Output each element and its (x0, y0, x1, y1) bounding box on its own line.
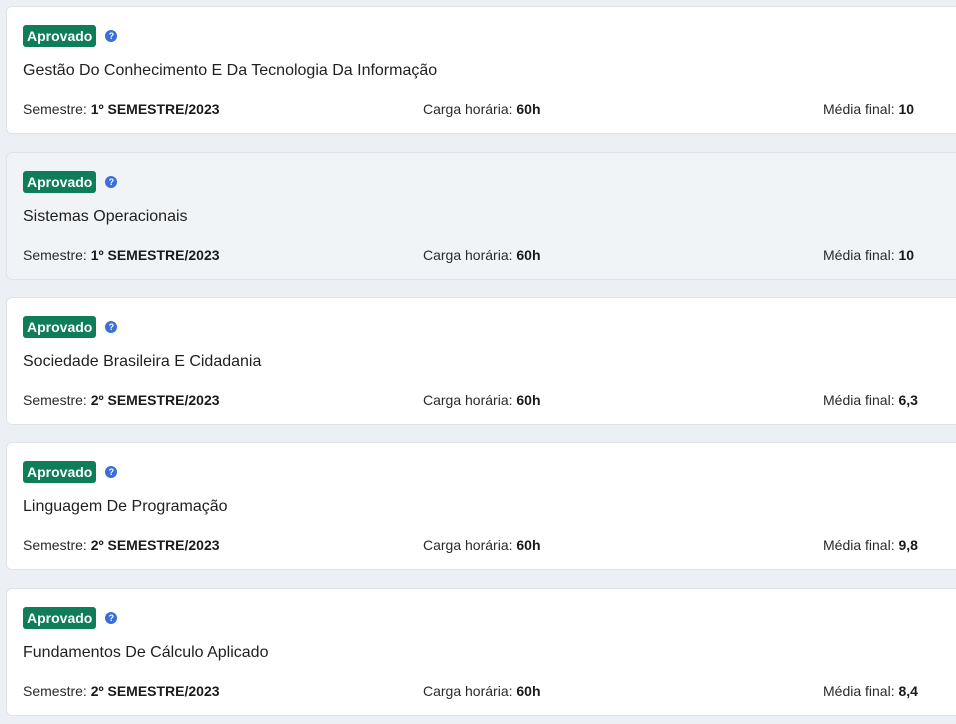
course-list: Aprovado ? Gestão Do Conhecimento E Da T… (0, 0, 956, 724)
final-grade-label: Média final: (823, 247, 895, 263)
status-badge: Aprovado (23, 25, 97, 47)
final-grade-label: Média final: (823, 392, 895, 408)
semester-value: 2º SEMESTRE/2023 (90, 683, 220, 699)
final-grade-info: Média final: 8,4 (823, 682, 918, 700)
status-badge: Aprovado (23, 171, 97, 193)
semester-info: Semestre: 1º SEMESTRE/2023 (23, 100, 220, 118)
semester-label: Semestre: (23, 392, 87, 408)
semester-info: Semestre: 2º SEMESTRE/2023 (23, 391, 220, 409)
workload-info: Carga horária: 60h (423, 100, 541, 118)
workload-label: Carga horária: (423, 537, 513, 553)
workload-value: 60h (516, 247, 541, 263)
workload-info: Carga horária: 60h (423, 682, 541, 700)
workload-label: Carga horária: (423, 101, 513, 117)
workload-info: Carga horária: 60h (423, 536, 541, 554)
help-icon[interactable]: ? (105, 321, 118, 333)
semester-value: 2º SEMESTRE/2023 (90, 537, 220, 553)
card-header: Aprovado ? (23, 607, 118, 629)
final-grade-label: Média final: (823, 537, 895, 553)
semester-label: Semestre: (23, 683, 87, 699)
card-header: Aprovado ? (23, 25, 118, 47)
semester-label: Semestre: (23, 101, 87, 117)
help-icon[interactable]: ? (105, 176, 118, 188)
final-grade-value: 10 (898, 247, 915, 263)
card-header: Aprovado ? (23, 171, 118, 193)
semester-info: Semestre: 2º SEMESTRE/2023 (23, 682, 220, 700)
course-title: Fundamentos De Cálculo Aplicado (23, 644, 269, 661)
final-grade-value: 9,8 (898, 537, 918, 553)
semester-label: Semestre: (23, 247, 87, 263)
course-card: Aprovado ? Gestão Do Conhecimento E Da T… (6, 6, 956, 134)
final-grade-label: Média final: (823, 101, 895, 117)
workload-label: Carga horária: (423, 392, 513, 408)
help-icon[interactable]: ? (105, 466, 118, 478)
final-grade-value: 6,3 (898, 392, 918, 408)
final-grade-info: Média final: 10 (823, 246, 914, 264)
course-title: Linguagem De Programação (23, 498, 228, 515)
status-badge: Aprovado (23, 316, 97, 338)
course-title: Sociedade Brasileira E Cidadania (23, 353, 262, 370)
status-badge: Aprovado (23, 607, 97, 629)
workload-value: 60h (516, 683, 541, 699)
workload-value: 60h (516, 537, 541, 553)
workload-label: Carga horária: (423, 683, 513, 699)
course-title: Sistemas Operacionais (23, 208, 188, 225)
semester-label: Semestre: (23, 537, 87, 553)
semester-info: Semestre: 1º SEMESTRE/2023 (23, 246, 220, 264)
final-grade-info: Média final: 10 (823, 100, 914, 118)
course-title: Gestão Do Conhecimento E Da Tecnologia D… (23, 62, 438, 79)
course-card: Aprovado ? Sociedade Brasileira E Cidada… (6, 297, 956, 425)
course-card: Aprovado ? Sistemas Operacionais Semestr… (6, 152, 956, 280)
semester-value: 1º SEMESTRE/2023 (90, 247, 220, 263)
final-grade-label: Média final: (823, 683, 895, 699)
workload-info: Carga horária: 60h (423, 391, 541, 409)
course-card: Aprovado ? Linguagem De Programação Seme… (6, 442, 956, 570)
status-badge: Aprovado (23, 461, 97, 483)
card-header: Aprovado ? (23, 461, 118, 483)
semester-value: 1º SEMESTRE/2023 (90, 101, 220, 117)
final-grade-info: Média final: 6,3 (823, 391, 918, 409)
workload-label: Carga horária: (423, 247, 513, 263)
help-icon[interactable]: ? (105, 30, 118, 42)
final-grade-info: Média final: 9,8 (823, 536, 918, 554)
card-header: Aprovado ? (23, 316, 118, 338)
workload-value: 60h (516, 101, 541, 117)
semester-info: Semestre: 2º SEMESTRE/2023 (23, 536, 220, 554)
workload-value: 60h (516, 392, 541, 408)
semester-value: 2º SEMESTRE/2023 (90, 392, 220, 408)
workload-info: Carga horária: 60h (423, 246, 541, 264)
help-icon[interactable]: ? (105, 612, 118, 624)
course-card: Aprovado ? Fundamentos De Cálculo Aplica… (6, 588, 956, 716)
final-grade-value: 10 (898, 101, 915, 117)
final-grade-value: 8,4 (898, 683, 918, 699)
